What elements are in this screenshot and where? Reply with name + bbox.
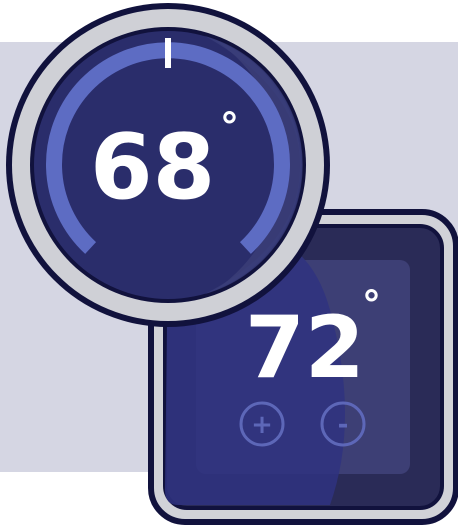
round-thermostat: 68 ° <box>6 3 330 327</box>
dial-tick-marker <box>165 38 171 68</box>
square-thermostat-temperature: 72 <box>245 298 365 398</box>
minus-icon: - <box>338 410 349 440</box>
square-thermostat-degree: ° <box>362 283 381 327</box>
thermostat-illustration: 72 ° + - 68 ° <box>6 3 458 525</box>
round-thermostat-degree: ° <box>220 105 239 149</box>
round-thermostat-temperature: 68 <box>90 115 215 220</box>
plus-icon: + <box>251 410 273 440</box>
